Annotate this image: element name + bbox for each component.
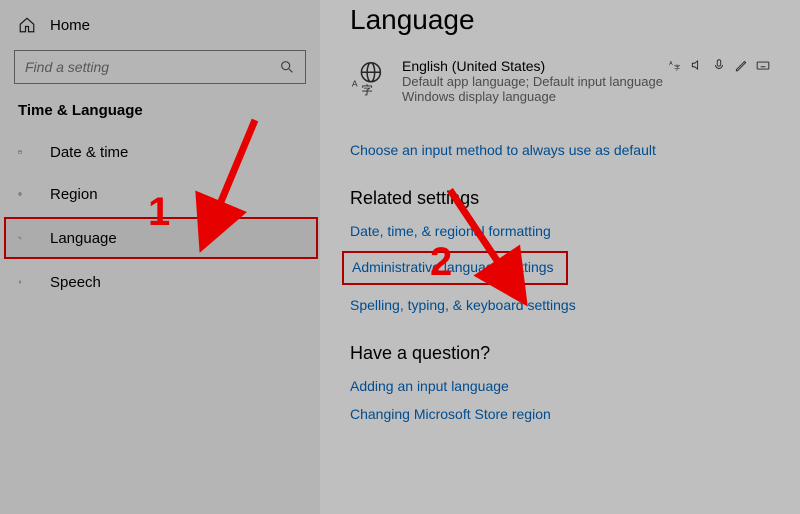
home-icon [18,16,36,34]
keyboard-icon [756,58,770,72]
sidebar-item-date-time[interactable]: Date & time [8,133,312,171]
sidebar-item-language[interactable]: A字 Language [4,217,318,259]
search-icon [279,59,295,75]
question-heading: Have a question? [350,343,770,364]
svg-text:字: 字 [361,83,372,96]
sidebar-item-label: Date & time [50,144,128,161]
svg-text:A: A [352,79,358,89]
svg-text:字: 字 [20,236,22,240]
handwriting-icon [734,58,748,72]
link-admin-language-settings[interactable]: Administrative language settings [352,259,554,275]
language-letter-icon: A字 [18,229,36,247]
current-language-desc1: Default app language; Default input lang… [402,74,663,89]
current-language-text: English (United States) Default app lang… [402,58,663,104]
nav-home-label: Home [50,17,90,34]
current-language-name: English (United States) [402,58,663,74]
sidebar-section-title: Time & Language [8,102,312,133]
search-box[interactable] [14,50,306,84]
date-time-icon [18,143,36,161]
sidebar: Home Time & Language Date & time Region … [0,0,320,514]
sidebar-item-label: Speech [50,274,101,291]
language-globe-icon: A字 [350,58,388,96]
related-settings-links: Date, time, & regional formatting Admini… [350,223,770,313]
highlight-admin-language: Administrative language settings [342,251,568,285]
sidebar-item-label: Region [50,186,98,203]
link-add-input-language[interactable]: Adding an input language [350,378,509,394]
globe-icon [18,185,36,203]
link-input-method[interactable]: Choose an input method to always use as … [350,142,656,158]
sidebar-item-region[interactable]: Region [8,175,312,213]
display-language-icon: A字 [668,58,682,72]
nav-home[interactable]: Home [8,10,312,40]
page-title: Language [350,4,770,36]
tts-icon [690,58,704,72]
language-toolbar-icons: A字 [668,58,770,72]
svg-text:A: A [669,61,673,67]
current-language-desc2: Windows display language [402,89,663,104]
sidebar-item-speech[interactable]: Speech [8,263,312,301]
question-links: Adding an input language Changing Micros… [350,378,770,422]
link-date-time-regional[interactable]: Date, time, & regional formatting [350,223,551,239]
current-language-block: A字 English (United States) Default app l… [350,58,770,104]
link-change-store-region[interactable]: Changing Microsoft Store region [350,406,551,422]
sidebar-item-label: Language [50,230,117,247]
svg-text:字: 字 [674,63,680,72]
link-spelling-typing[interactable]: Spelling, typing, & keyboard settings [350,297,576,313]
main-content: Language A字 English (United States) Defa… [320,0,800,514]
microphone-icon [18,273,36,291]
related-settings-heading: Related settings [350,188,770,209]
speech-recognition-icon [712,58,726,72]
search-input[interactable] [25,59,279,75]
settings-window: Home Time & Language Date & time Region … [0,0,800,514]
